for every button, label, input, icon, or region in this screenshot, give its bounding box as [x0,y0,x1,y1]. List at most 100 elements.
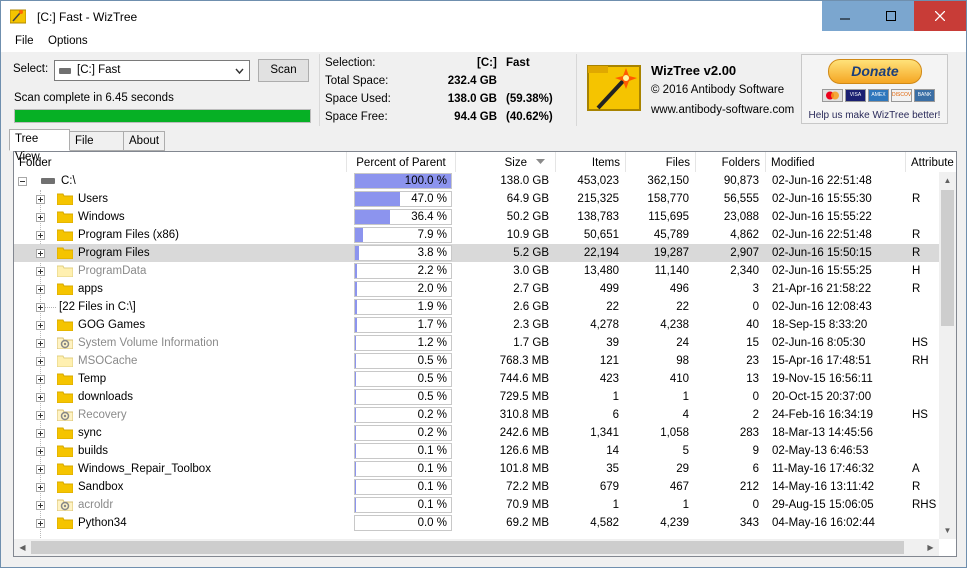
modified-value: 04-May-16 16:02:44 [772,517,875,529]
size-value: 242.6 MB [499,427,549,439]
tab-tree-view[interactable]: Tree View [9,129,70,163]
files-value: 5 [682,445,689,457]
table-row[interactable]: apps 2.0 % 2.7 GB 499 496 3 21-Apr-16 21:58:22… [14,280,939,298]
percent-value: 0.1 % [417,481,447,493]
expand-toggle[interactable] [36,213,45,222]
menu-file[interactable]: File [15,35,34,47]
column-files[interactable]: Files [626,152,696,172]
tab-about[interactable]: About [123,131,165,151]
expand-toggle[interactable] [36,483,45,492]
percent-bar: 0.5 % [354,389,452,405]
divider [319,54,320,126]
donate-button[interactable]: Donate [828,59,922,84]
table-row[interactable]: MSOCache 0.5 % 768.3 MB 121 98 23 15-Apr-16 17… [14,352,939,370]
expand-toggle[interactable] [36,285,45,294]
scroll-thumb[interactable] [31,541,904,554]
table-row[interactable]: C:\ 100.0 % 138.0 GB 453,023 362,150 90,873 02… [14,172,939,190]
vertical-scrollbar[interactable]: ▲ ▼ [939,172,956,539]
minimize-button[interactable] [822,1,868,31]
expand-toggle[interactable] [36,321,45,330]
table-row[interactable]: ProgramData 2.2 % 3.0 GB 13,480 11,140 2,340 0… [14,262,939,280]
expand-toggle[interactable] [36,465,45,474]
drive-select[interactable]: [C:] Fast [54,60,250,81]
column-attributes[interactable]: Attribute [906,152,956,172]
table-row[interactable]: acroldr 0.1 % 70.9 MB 1 1 0 29-Aug-15 15:06:05… [14,496,939,514]
size-value: 70.9 MB [506,499,549,511]
expand-toggle[interactable] [36,447,45,456]
table-row[interactable]: builds 0.1 % 126.6 MB 14 5 9 02-May-13 6:46:53 [14,442,939,460]
column-modified[interactable]: Modified [766,152,906,172]
modified-value: 02-Jun-16 15:50:15 [772,247,872,259]
attributes-value [912,316,939,334]
table-row[interactable]: Users 47.0 % 64.9 GB 215,325 158,770 56,555 02… [14,190,939,208]
table-row[interactable]: Windows_Repair_Toolbox 0.1 % 101.8 MB 35 29 6… [14,460,939,478]
percent-bar: 1.2 % [354,335,452,351]
table-row[interactable]: Windows 36.4 % 50.2 GB 138,783 115,695 23,088… [14,208,939,226]
percent-bar: 1.7 % [354,317,452,333]
column-items[interactable]: Items [556,152,626,172]
scroll-down-icon[interactable]: ▼ [939,522,956,539]
expand-toggle[interactable] [36,267,45,276]
website-link[interactable]: www.antibody-software.com [651,104,794,116]
size-value: 2.6 GB [513,301,549,313]
scroll-up-icon[interactable]: ▲ [939,172,956,189]
scroll-thumb[interactable] [941,190,954,326]
close-button[interactable] [914,1,966,31]
scan-button[interactable]: Scan [258,59,309,82]
modified-value: 24-Feb-16 16:34:19 [772,409,874,421]
menu-options[interactable]: Options [48,35,88,47]
table-row[interactable]: Program Files 3.8 % 5.2 GB 22,194 19,287 2,90… [14,244,939,262]
files-value: 362,150 [647,175,689,187]
column-folders[interactable]: Folders [696,152,766,172]
table-row[interactable]: Sandbox 0.1 % 72.2 MB 679 467 212 14-May-16 13… [14,478,939,496]
folders-value: 23,088 [723,211,759,223]
percent-value: 0.5 % [417,391,447,403]
column-folder[interactable]: Folder [14,152,347,172]
items-value: 22,194 [583,247,619,259]
folders-value: 56,555 [723,193,759,205]
horizontal-scrollbar[interactable]: ◀ ▶ [14,539,939,556]
folders-value: 3 [752,283,759,295]
table-row[interactable]: Temp 0.5 % 744.6 MB 423 410 13 19-Nov-15 16:56… [14,370,939,388]
expand-toggle[interactable] [36,519,45,528]
expand-toggle[interactable] [36,339,45,348]
expand-toggle[interactable] [36,303,45,312]
maximize-button[interactable] [868,1,914,31]
folder-name: GOG Games [78,319,146,331]
folders-value: 0 [752,391,759,403]
items-value: 1,341 [590,427,619,439]
table-row[interactable]: System Volume Information 1.2 % 1.7 GB 39 24… [14,334,939,352]
percent-bar: 1.9 % [354,299,452,315]
column-size-label: Size [504,157,527,169]
size-value: 744.6 MB [499,373,549,385]
items-value: 679 [599,481,619,493]
folder-name: Temp [78,373,107,385]
expand-toggle[interactable] [36,411,45,420]
table-row[interactable]: Recovery 0.2 % 310.8 MB 6 4 2 24-Feb-16 16:34:… [14,406,939,424]
tab-file-view[interactable]: File View [69,131,124,165]
percent-value: 0.1 % [417,463,447,475]
expand-toggle[interactable] [36,501,45,510]
size-value: 1.7 GB [513,337,549,349]
expand-toggle[interactable] [36,195,45,204]
scroll-left-icon[interactable]: ◀ [14,539,31,556]
expand-toggle[interactable] [36,429,45,438]
table-row[interactable]: GOG Games 1.7 % 2.3 GB 4,278 4,238 40 18-Sep-1… [14,316,939,334]
collapse-toggle[interactable] [18,177,27,186]
app-window: [C:] Fast - WizTree File Options Select:… [0,0,967,568]
table-row[interactable]: [22 Files in C:\] 1.9 % 2.6 GB 22 22 0 02-Jun-… [14,298,939,316]
table-row[interactable]: Python34 0.0 % 69.2 MB 4,582 4,239 343 04-May-… [14,514,939,532]
table-row[interactable]: sync 0.2 % 242.6 MB 1,341 1,058 283 18-Mar-13 … [14,424,939,442]
expand-toggle[interactable] [36,393,45,402]
size-value: 101.8 MB [499,463,549,475]
table-row[interactable]: Program Files (x86) 7.9 % 10.9 GB 50,651 45,… [14,226,939,244]
expand-toggle[interactable] [36,249,45,258]
chevron-down-icon [235,68,244,75]
expand-toggle[interactable] [36,231,45,240]
percent-bar-fill [355,210,390,224]
expand-toggle[interactable] [36,375,45,384]
column-percent[interactable]: Percent of Parent [347,152,456,172]
expand-toggle[interactable] [36,357,45,366]
scroll-right-icon[interactable]: ▶ [922,539,939,556]
table-row[interactable]: downloads 0.5 % 729.5 MB 1 1 0 20-Oct-15 20:37… [14,388,939,406]
